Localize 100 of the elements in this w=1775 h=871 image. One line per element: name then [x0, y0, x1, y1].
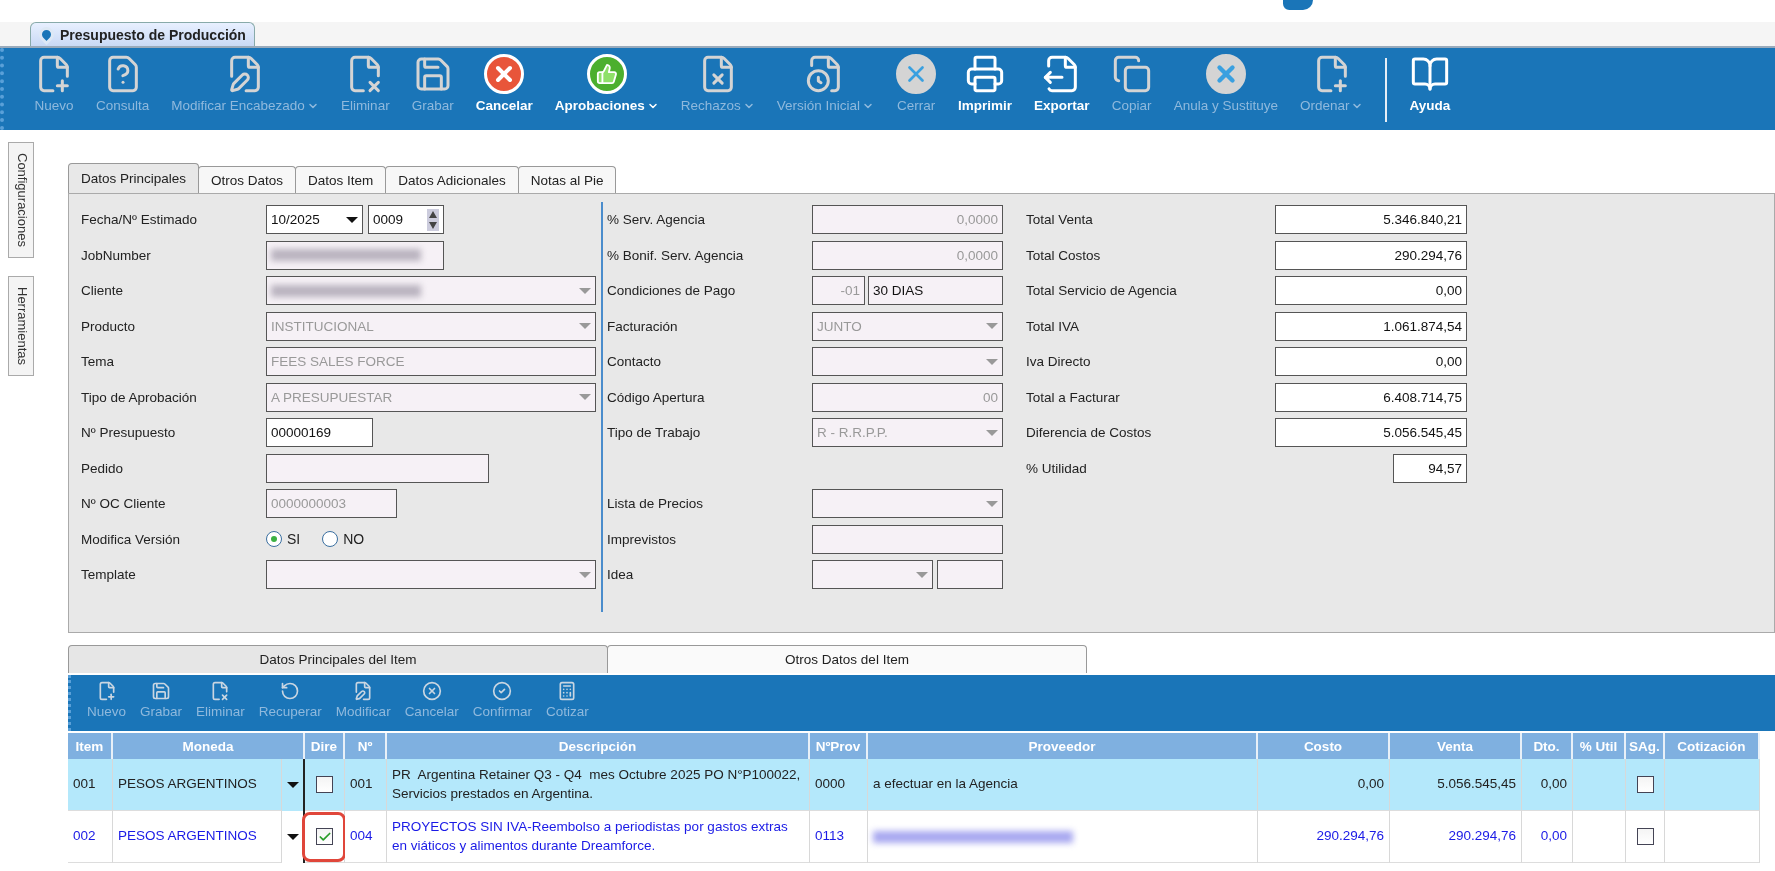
field-label: % Bonif. Serv. Agencia	[607, 247, 745, 263]
total-value: 6.408.714,75	[1275, 382, 1467, 412]
caret-icon	[986, 358, 998, 365]
checkbox[interactable]	[316, 776, 333, 793]
toolbar-button[interactable]: Aprobaciones	[554, 54, 659, 113]
field-label: % Serv. Agencia	[607, 212, 707, 228]
toolbar-button[interactable]: Exportar	[1034, 54, 1090, 113]
cancel-icon	[421, 681, 442, 701]
total-label: Total IVA	[1026, 318, 1081, 334]
form-tab[interactable]: Datos Item	[295, 166, 387, 193]
caret-icon	[286, 782, 299, 788]
field-label: Lista de Precios	[607, 496, 705, 512]
caret-icon	[579, 323, 591, 330]
field-label: Código Apertura	[607, 389, 706, 405]
table-cell: 5.056.545,45	[1390, 759, 1522, 811]
caret-icon	[579, 394, 591, 401]
undo-icon	[280, 681, 301, 701]
document-tab[interactable]: Presupuesto de Producción	[30, 22, 255, 46]
total-label: Total a Facturar	[1026, 389, 1121, 405]
calculator-icon	[557, 681, 578, 701]
field-value: A PRESUPUESTAR	[271, 389, 393, 405]
total-value: 94,57	[1393, 453, 1467, 483]
field-label: Idea	[607, 567, 635, 583]
copy-icon	[1111, 54, 1152, 94]
spinner-icon[interactable]	[427, 208, 439, 231]
file-x-icon	[210, 681, 231, 701]
field-label: Cliente	[81, 283, 125, 299]
form-tab[interactable]: Otros Datos	[198, 166, 297, 193]
field-label: Facturación	[607, 318, 679, 334]
form-tab[interactable]: Datos Adicionales	[385, 166, 519, 193]
table-cell: 004	[345, 811, 387, 863]
total-label: Diferencia de Costos	[1026, 425, 1153, 441]
column-header: Dto.	[1522, 733, 1573, 759]
table-cell: 290.294,76	[1390, 811, 1522, 863]
date-field[interactable]: 10/2025	[266, 205, 363, 235]
field-label: Fecha/Nº Estimado	[81, 212, 198, 228]
caret-icon	[986, 500, 998, 507]
field-label: Tipo de Aprobación	[81, 389, 198, 405]
caret-icon	[579, 571, 591, 578]
checkbox[interactable]	[316, 828, 333, 845]
field-label: Condiciones de Pago	[607, 283, 737, 299]
column-header: Cotización	[1665, 733, 1760, 759]
total-value: 0,00	[1275, 347, 1467, 377]
field-value: 0000000003	[271, 496, 347, 512]
column-header: Dire	[305, 733, 345, 759]
checkbox[interactable]	[1636, 776, 1654, 793]
total-value: 0,00	[1275, 276, 1467, 306]
dropdown-button[interactable]	[282, 759, 305, 811]
thumbs-up-icon	[586, 54, 627, 94]
total-value: 5.346.840,21	[1275, 205, 1467, 235]
cancel-icon	[484, 54, 525, 94]
field-label: Tema	[81, 354, 115, 370]
table-cell: PESOS ARGENTINOS	[113, 759, 282, 811]
close-icon	[896, 54, 937, 94]
text-field[interactable]	[937, 560, 1003, 590]
radio-option[interactable]: NO	[322, 531, 365, 548]
caret-icon	[346, 216, 358, 223]
field-label: Contacto	[607, 354, 663, 370]
table-cell: a efectuar en la Agencia	[868, 759, 1258, 811]
form-tab[interactable]: Datos Principales	[68, 163, 200, 193]
side-tab[interactable]: Herramientas	[8, 275, 34, 376]
form-tab[interactable]: Notas al Pie	[517, 166, 617, 193]
table-cell: 001	[345, 759, 387, 811]
total-label: Total Costos	[1026, 247, 1102, 263]
radio-option[interactable]: SI	[266, 531, 301, 548]
total-value: 1.061.874,54	[1275, 311, 1467, 341]
field-label: Nº Presupuesto	[81, 425, 177, 441]
caret-icon	[986, 323, 998, 330]
table-cell: PR Argentina Retainer Q3 - Q4 mes Octubre 2025 PO N°P100022, Servicios prestados en Argentina.	[387, 759, 810, 811]
toolbar-button[interactable]: Cancelar	[475, 54, 533, 113]
item-tab[interactable]: Datos Principales del Item	[68, 645, 608, 673]
checkbox[interactable]	[1636, 828, 1654, 845]
total-label: Total Venta	[1026, 212, 1094, 228]
number-field[interactable]: 0009	[368, 205, 444, 235]
field-label: Imprevistos	[607, 531, 678, 547]
table-cell: 0,00	[1522, 811, 1573, 863]
column-header: Nº	[345, 733, 387, 759]
check-circle-icon	[492, 681, 513, 701]
file-pencil-icon	[353, 681, 374, 701]
field-label: Pedido	[81, 460, 125, 476]
text-field[interactable]: 00000169	[266, 418, 373, 448]
field-value: 00000169	[271, 425, 332, 441]
column-header: % Util	[1573, 733, 1626, 759]
caret-icon	[579, 287, 591, 294]
caret-icon	[916, 571, 928, 578]
side-tab[interactable]: Configuraciones	[8, 142, 34, 258]
toolbar-button[interactable]: Ayuda	[1409, 54, 1451, 113]
field-label: Template	[81, 567, 137, 583]
field-label: Producto	[81, 318, 137, 334]
caret-icon	[286, 834, 299, 840]
field-label: Modifica Versión	[81, 531, 182, 547]
table-cell: 290.294,76	[1258, 811, 1390, 863]
item-tab[interactable]: Otros Datos del Item	[607, 645, 1087, 673]
toolbar-button[interactable]: Imprimir	[958, 54, 1013, 113]
column-header: Descripción	[387, 733, 810, 759]
column-header: NºProv	[810, 733, 868, 759]
table-cell: PESOS ARGENTINOS	[113, 811, 282, 863]
logo-icon	[1283, 0, 1313, 10]
field-label: JobNumber	[81, 247, 152, 263]
field-label: Nº OC Cliente	[81, 496, 167, 512]
